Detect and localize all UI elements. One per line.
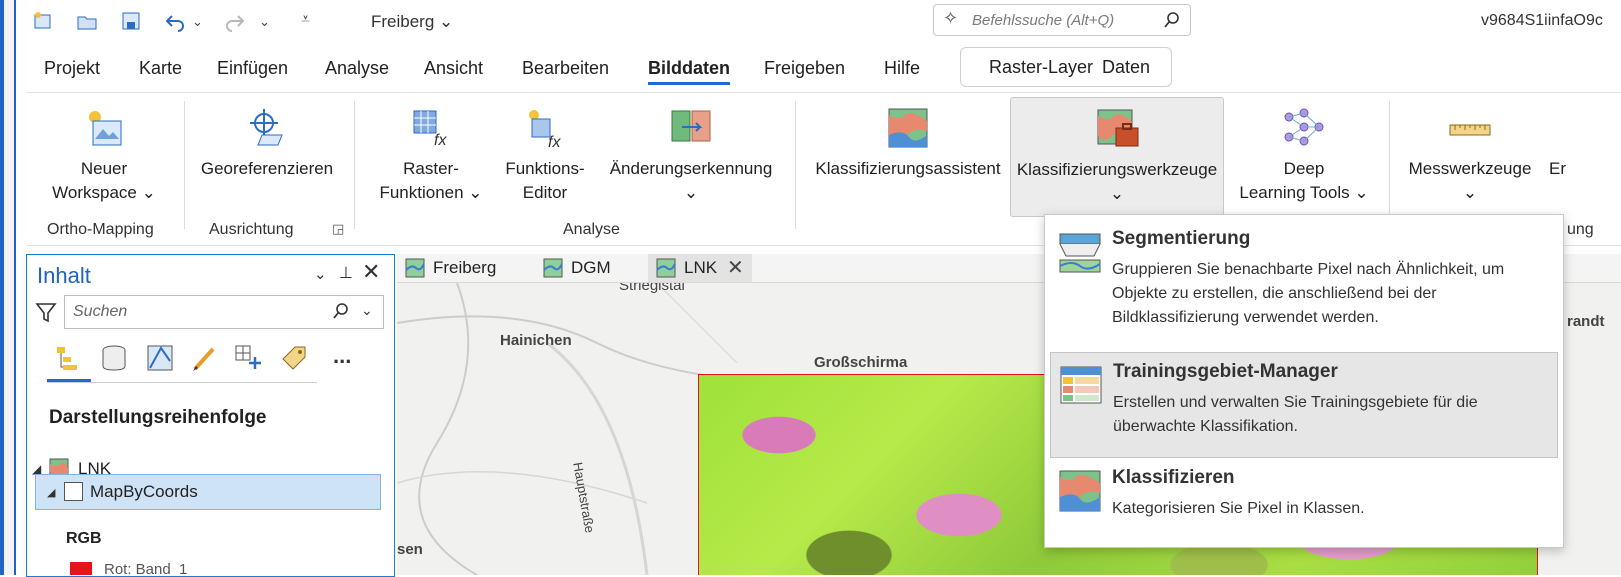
menu-item-segmentierung[interactable]: Segmentierung Gruppieren Sie benachbarte… bbox=[1050, 220, 1556, 342]
raster-functions-button[interactable]: fx Raster- Funktionen ⌄ bbox=[377, 105, 485, 205]
search-icon bbox=[1164, 12, 1179, 28]
georeference-icon bbox=[250, 109, 283, 146]
layer-mapbycoords-row[interactable]: ◢ MapByCoords bbox=[35, 474, 381, 510]
quick-access-toolbar: ⌄ ⌄ ⩡ Freiberg ⌄ ✧ Befehlssuche (Alt+Q) … bbox=[16, 0, 1621, 44]
sparkle-icon: ✧ bbox=[943, 8, 959, 28]
tab-map-lnk[interactable]: LNK ✕ bbox=[648, 254, 752, 282]
drawing-order-heading: Darstellungsreihenfolge bbox=[49, 407, 267, 428]
classification-wizard-icon bbox=[888, 108, 928, 148]
classification-wizard-button[interactable]: Klassifizierungsassistent bbox=[812, 105, 1004, 181]
dialog-launcher-icon[interactable]: ◲ bbox=[332, 221, 344, 237]
project-name-dropdown[interactable]: Freiberg ⌄ bbox=[371, 12, 453, 32]
contents-title: Inhalt bbox=[37, 263, 91, 288]
collapse-mapbycoords-icon[interactable]: ◢ bbox=[47, 486, 55, 499]
change-detection-icon bbox=[671, 110, 711, 142]
open-project-icon[interactable] bbox=[76, 10, 98, 32]
contents-search-placeholder: Suchen bbox=[73, 303, 128, 320]
tab-daten[interactable]: Daten bbox=[1102, 57, 1150, 78]
save-project-icon[interactable] bbox=[120, 10, 142, 32]
deep-learning-tools-button[interactable]: Deep Learning Tools ⌄ bbox=[1235, 105, 1373, 205]
georeference-button[interactable]: Georeferenzieren bbox=[197, 105, 337, 181]
chevron-down-icon[interactable]: ⌄ bbox=[361, 302, 373, 319]
map-icon bbox=[543, 258, 563, 278]
redo-dropdown-icon[interactable]: ⌄ bbox=[259, 14, 270, 30]
function-editor-icon: fx bbox=[529, 110, 561, 151]
group-label-analyse: Analyse bbox=[563, 221, 620, 238]
neural-network-icon bbox=[1284, 108, 1324, 146]
map-icon bbox=[405, 258, 425, 278]
group-label-ausrichtung: Ausrichtung bbox=[209, 221, 294, 238]
more-options-button[interactable]: ... bbox=[333, 343, 351, 369]
red-band-label: Rot: Band_1 bbox=[104, 561, 188, 575]
tab-raster-layer[interactable]: Raster-Layer bbox=[989, 57, 1093, 78]
tab-einfuegen[interactable]: Einfügen bbox=[217, 58, 288, 79]
map-label-hainichen: Hainichen bbox=[500, 332, 572, 349]
tab-freigeben[interactable]: Freigeben bbox=[764, 58, 845, 79]
group-label-ortho-mapping: Ortho-Mapping bbox=[47, 221, 154, 238]
undo-dropdown-icon[interactable]: ⌄ bbox=[192, 14, 203, 30]
pane-options-icon[interactable]: ⌄ bbox=[314, 265, 327, 283]
more-ribbon-button[interactable]: Er bbox=[1549, 157, 1589, 181]
tab-map-dgm[interactable]: DGM bbox=[535, 254, 635, 282]
list-by-editing-icon[interactable] bbox=[189, 343, 219, 373]
new-project-icon[interactable] bbox=[32, 10, 54, 32]
tab-hilfe[interactable]: Hilfe bbox=[884, 58, 920, 79]
red-band-swatch[interactable] bbox=[70, 562, 92, 575]
filter-icon[interactable] bbox=[35, 301, 57, 323]
classification-tools-dropdown: Segmentierung Gruppieren Sie benachbarte… bbox=[1044, 214, 1564, 548]
tab-map-freiberg[interactable]: Freiberg bbox=[397, 254, 517, 282]
command-search-placeholder: Befehlssuche (Alt+Q) bbox=[972, 12, 1115, 29]
change-detection-button[interactable]: Änderungserkennung ⌄ bbox=[607, 105, 775, 205]
map-label-grossschirma: Großschirma bbox=[814, 354, 908, 371]
menu-item-trainingsgebiet-manager[interactable]: Trainingsgebiet-Manager Erstellen und ve… bbox=[1050, 352, 1558, 458]
tab-karte[interactable]: Karte bbox=[139, 58, 182, 79]
command-search-input[interactable]: ✧ Befehlssuche (Alt+Q) bbox=[933, 4, 1191, 36]
menu-item-klassifizieren[interactable]: Klassifizieren Kategorisieren Sie Pixel … bbox=[1050, 459, 1556, 539]
classification-tools-button[interactable]: Klassifizierungswerkzeuge ⌄ bbox=[1010, 97, 1224, 217]
close-icon[interactable]: ✕ bbox=[362, 259, 380, 285]
classify-icon bbox=[1059, 470, 1101, 512]
tab-analyse[interactable]: Analyse bbox=[325, 58, 389, 79]
map-label-randt: randt bbox=[1567, 313, 1605, 330]
list-by-source-icon[interactable] bbox=[99, 343, 129, 373]
classification-tools-icon bbox=[1097, 109, 1139, 147]
list-by-selection-icon[interactable] bbox=[145, 343, 175, 373]
customize-toolbar-icon[interactable]: ⩡ bbox=[301, 11, 310, 29]
group-label-messung: ung bbox=[1567, 221, 1594, 238]
pin-icon[interactable]: ⊥ bbox=[339, 263, 353, 283]
training-samples-table-icon bbox=[1060, 366, 1102, 404]
function-editor-button[interactable]: fx Funktions- Editor bbox=[499, 105, 591, 205]
tab-bilddaten[interactable]: Bilddaten bbox=[648, 58, 731, 85]
undo-icon[interactable] bbox=[164, 10, 186, 32]
map-label-striegistal: Striegistal bbox=[619, 283, 685, 294]
redo-icon[interactable] bbox=[224, 10, 246, 32]
layer-mapbycoords-label: MapByCoords bbox=[90, 482, 198, 501]
visibility-checkbox[interactable] bbox=[64, 482, 83, 501]
svg-text:fx: fx bbox=[548, 134, 561, 151]
left-window-edge bbox=[0, 0, 16, 575]
tab-projekt[interactable]: Projekt bbox=[44, 58, 100, 79]
close-tab-icon[interactable]: ✕ bbox=[727, 255, 744, 280]
contents-pane: Inhalt ⌄ ⊥ ✕ Suchen ⌄ ... Darstellungsre… bbox=[26, 254, 395, 577]
tab-ansicht[interactable]: Ansicht bbox=[424, 58, 483, 79]
list-by-drawing-order-icon[interactable] bbox=[53, 343, 83, 373]
list-by-labeling-icon[interactable] bbox=[279, 343, 309, 373]
ruler-icon bbox=[1449, 124, 1491, 136]
contents-search-input[interactable]: Suchen ⌄ bbox=[64, 295, 384, 329]
segmentation-icon bbox=[1059, 233, 1101, 273]
user-account[interactable]: v9684S1iinfaO9c bbox=[1481, 12, 1603, 30]
context-tab-group: Raster-Layer Daten bbox=[960, 47, 1172, 87]
measure-tools-button[interactable]: Messwerkzeuge ⌄ bbox=[1407, 105, 1533, 205]
new-workspace-button[interactable]: Neuer Workspace ⌄ bbox=[45, 105, 163, 205]
map-label-sen: sen bbox=[397, 541, 423, 558]
svg-text:fx: fx bbox=[434, 132, 447, 149]
list-by-snapping-icon[interactable] bbox=[233, 343, 263, 373]
raster-functions-icon: fx bbox=[413, 110, 447, 149]
workspace-icon bbox=[89, 111, 122, 146]
tab-bearbeiten[interactable]: Bearbeiten bbox=[522, 58, 609, 79]
rgb-label: RGB bbox=[66, 530, 102, 547]
map-icon bbox=[656, 258, 676, 278]
search-icon bbox=[333, 303, 348, 319]
